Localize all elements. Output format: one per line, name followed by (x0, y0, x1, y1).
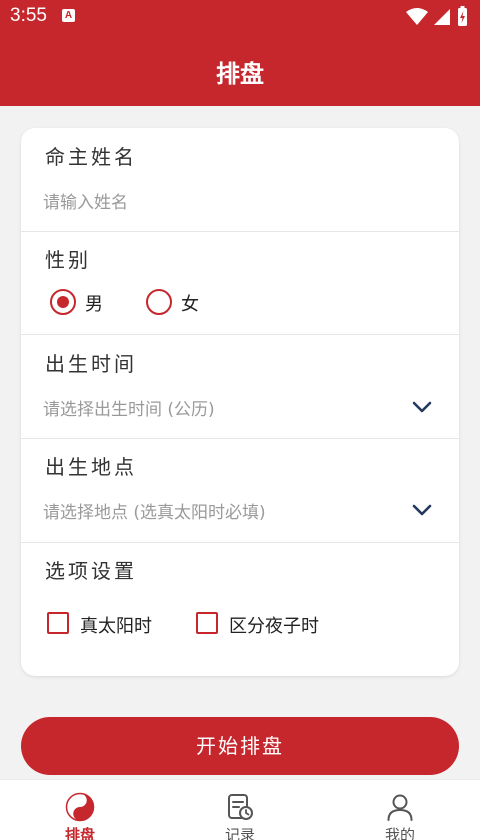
chart-form-card: 命主姓名 请输入姓名 性别 男 女 出生时间 请选择出生时间 (公历) 出生地点… (21, 128, 459, 676)
birth-time-picker[interactable]: 请选择出生时间 (公历) (43, 395, 215, 420)
night-zi-hour-checkbox[interactable] (196, 612, 218, 634)
status-time: 3:55 (10, 5, 47, 26)
user-icon (387, 794, 413, 821)
birth-time-label: 出生时间 (45, 352, 137, 376)
options-label: 选项设置 (45, 559, 137, 583)
record-icon (228, 794, 253, 820)
name-input[interactable]: 请输入姓名 (43, 188, 128, 213)
nav-label-mine: 我的 (384, 826, 415, 840)
gender-female-radio[interactable] (146, 289, 172, 315)
night-zi-hour-label[interactable]: 区分夜子时 (229, 612, 319, 638)
nav-item-paipan[interactable]: 排盘 (0, 780, 160, 840)
app-bar: 排盘 (0, 34, 480, 106)
battery-icon (458, 6, 467, 26)
nav-item-mine[interactable]: 我的 (320, 780, 480, 840)
birth-place-picker[interactable]: 请选择地点 (选真太阳时必填) (43, 498, 266, 523)
gender-female-label[interactable]: 女 (181, 290, 199, 316)
birth-place-section[interactable]: 出生地点 请选择地点 (选真太阳时必填) (21, 439, 459, 542)
nav-label-paipan: 排盘 (64, 826, 95, 840)
nav-item-records[interactable]: 记录 (160, 780, 320, 840)
chevron-down-icon[interactable] (412, 504, 432, 516)
name-section: 命主姓名 请输入姓名 (21, 128, 459, 231)
notification-a-icon: A (62, 9, 75, 22)
birth-place-label: 出生地点 (45, 455, 137, 479)
gender-male-label[interactable]: 男 (85, 290, 103, 316)
wifi-icon (406, 8, 428, 25)
bottom-nav: 排盘 记录 我的 (0, 779, 480, 840)
chevron-down-icon[interactable] (412, 401, 432, 413)
radio-selected-dot (57, 296, 69, 308)
signal-icon (434, 9, 450, 25)
gender-section: 性别 男 女 (21, 232, 459, 334)
name-label: 命主姓名 (45, 145, 137, 169)
start-chart-button[interactable]: 开始排盘 (21, 717, 459, 775)
gender-male-radio[interactable] (50, 289, 76, 315)
true-solar-time-checkbox[interactable] (47, 612, 69, 634)
gender-label: 性别 (45, 248, 91, 272)
status-bar: 3:55 A (0, 0, 480, 34)
yin-yang-icon (65, 792, 95, 822)
options-section: 选项设置 真太阳时 区分夜子时 (21, 543, 459, 676)
true-solar-time-label[interactable]: 真太阳时 (80, 612, 152, 638)
birth-time-section[interactable]: 出生时间 请选择出生时间 (公历) (21, 335, 459, 438)
nav-label-records: 记录 (224, 826, 255, 840)
page-title: 排盘 (216, 60, 264, 88)
status-icons (406, 6, 467, 26)
